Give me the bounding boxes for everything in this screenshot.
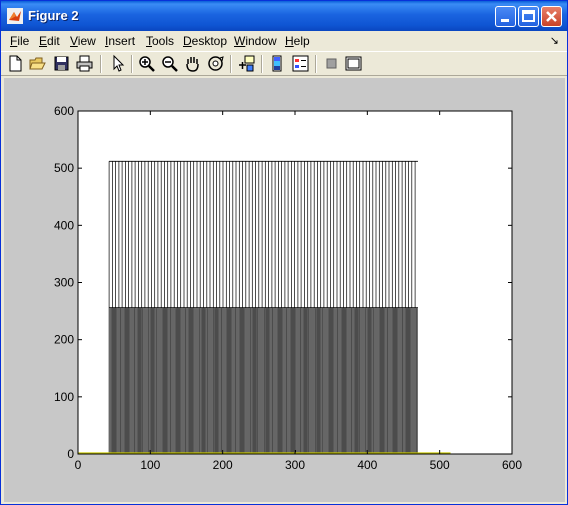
hide-plot-tools-icon[interactable] xyxy=(322,54,341,73)
data-cursor-icon[interactable] xyxy=(237,54,256,73)
y-tick-label: 500 xyxy=(54,161,74,175)
x-tick-label: 500 xyxy=(430,458,450,472)
open-folder-icon[interactable] xyxy=(28,54,47,73)
toolbar-separator xyxy=(315,55,317,73)
minimize-button[interactable] xyxy=(495,6,516,27)
y-tick-label: 200 xyxy=(54,333,74,347)
zoom-out-icon[interactable] xyxy=(160,54,179,73)
dock-arrow-icon[interactable]: ↘ xyxy=(550,34,559,47)
menu-tools[interactable]: Tools xyxy=(146,34,174,48)
maximize-icon xyxy=(522,10,535,22)
menu-desktop[interactable]: Desktop xyxy=(183,34,227,48)
y-tick-label: 0 xyxy=(67,447,74,461)
menu-bar: File Edit View Insert Tools Desktop Wind… xyxy=(1,31,567,51)
menu-window[interactable]: Window xyxy=(234,34,277,48)
x-tick-label: 600 xyxy=(502,458,522,472)
figure-toolbar xyxy=(1,51,567,76)
figure-window: Figure 2 File Edit View Insert Tools Des… xyxy=(0,0,568,505)
x-tick-label: 100 xyxy=(140,458,160,472)
figure-canvas[interactable]: 0 100 200 300 400 500 600 0 100 200 300 400 500 600 xyxy=(4,78,565,502)
close-button[interactable] xyxy=(541,6,562,27)
new-file-icon[interactable] xyxy=(6,54,25,73)
y-tick-label: 600 xyxy=(54,104,74,118)
save-icon[interactable] xyxy=(52,54,71,73)
minimize-icon xyxy=(501,19,509,22)
toolbar-separator xyxy=(100,55,102,73)
x-tick-label: 0 xyxy=(75,458,82,472)
bar-chart[interactable]: 0 100 200 300 400 500 600 0 100 200 300 400 500 600 xyxy=(4,78,565,502)
legend-icon[interactable] xyxy=(291,54,310,73)
menu-insert[interactable]: Insert xyxy=(105,34,135,48)
toolbar-separator xyxy=(230,55,232,73)
menu-help[interactable]: Help xyxy=(285,34,310,48)
close-icon xyxy=(546,11,557,22)
title-bar[interactable]: Figure 2 xyxy=(1,1,567,31)
zoom-in-icon[interactable] xyxy=(137,54,156,73)
toolbar-separator xyxy=(131,55,133,73)
pointer-icon[interactable] xyxy=(108,54,127,73)
x-tick-label: 400 xyxy=(357,458,377,472)
y-tick-label: 300 xyxy=(54,276,74,290)
matlab-icon xyxy=(7,8,23,24)
show-plot-tools-icon[interactable] xyxy=(344,54,363,73)
menu-file[interactable]: File xyxy=(10,34,29,48)
menu-view[interactable]: View xyxy=(70,34,96,48)
axes-background xyxy=(78,111,512,454)
pan-hand-icon[interactable] xyxy=(183,54,202,73)
x-tick-label: 200 xyxy=(213,458,233,472)
menu-edit[interactable]: Edit xyxy=(39,34,60,48)
x-tick-label: 300 xyxy=(285,458,305,472)
y-tick-label: 100 xyxy=(54,390,74,404)
maximize-button[interactable] xyxy=(518,6,539,27)
window-title: Figure 2 xyxy=(28,8,79,23)
toolbar-separator xyxy=(261,55,263,73)
colorbar-icon[interactable] xyxy=(268,54,287,73)
print-icon[interactable] xyxy=(75,54,94,73)
y-tick-label: 400 xyxy=(54,218,74,232)
rotate-3d-icon[interactable] xyxy=(206,54,225,73)
